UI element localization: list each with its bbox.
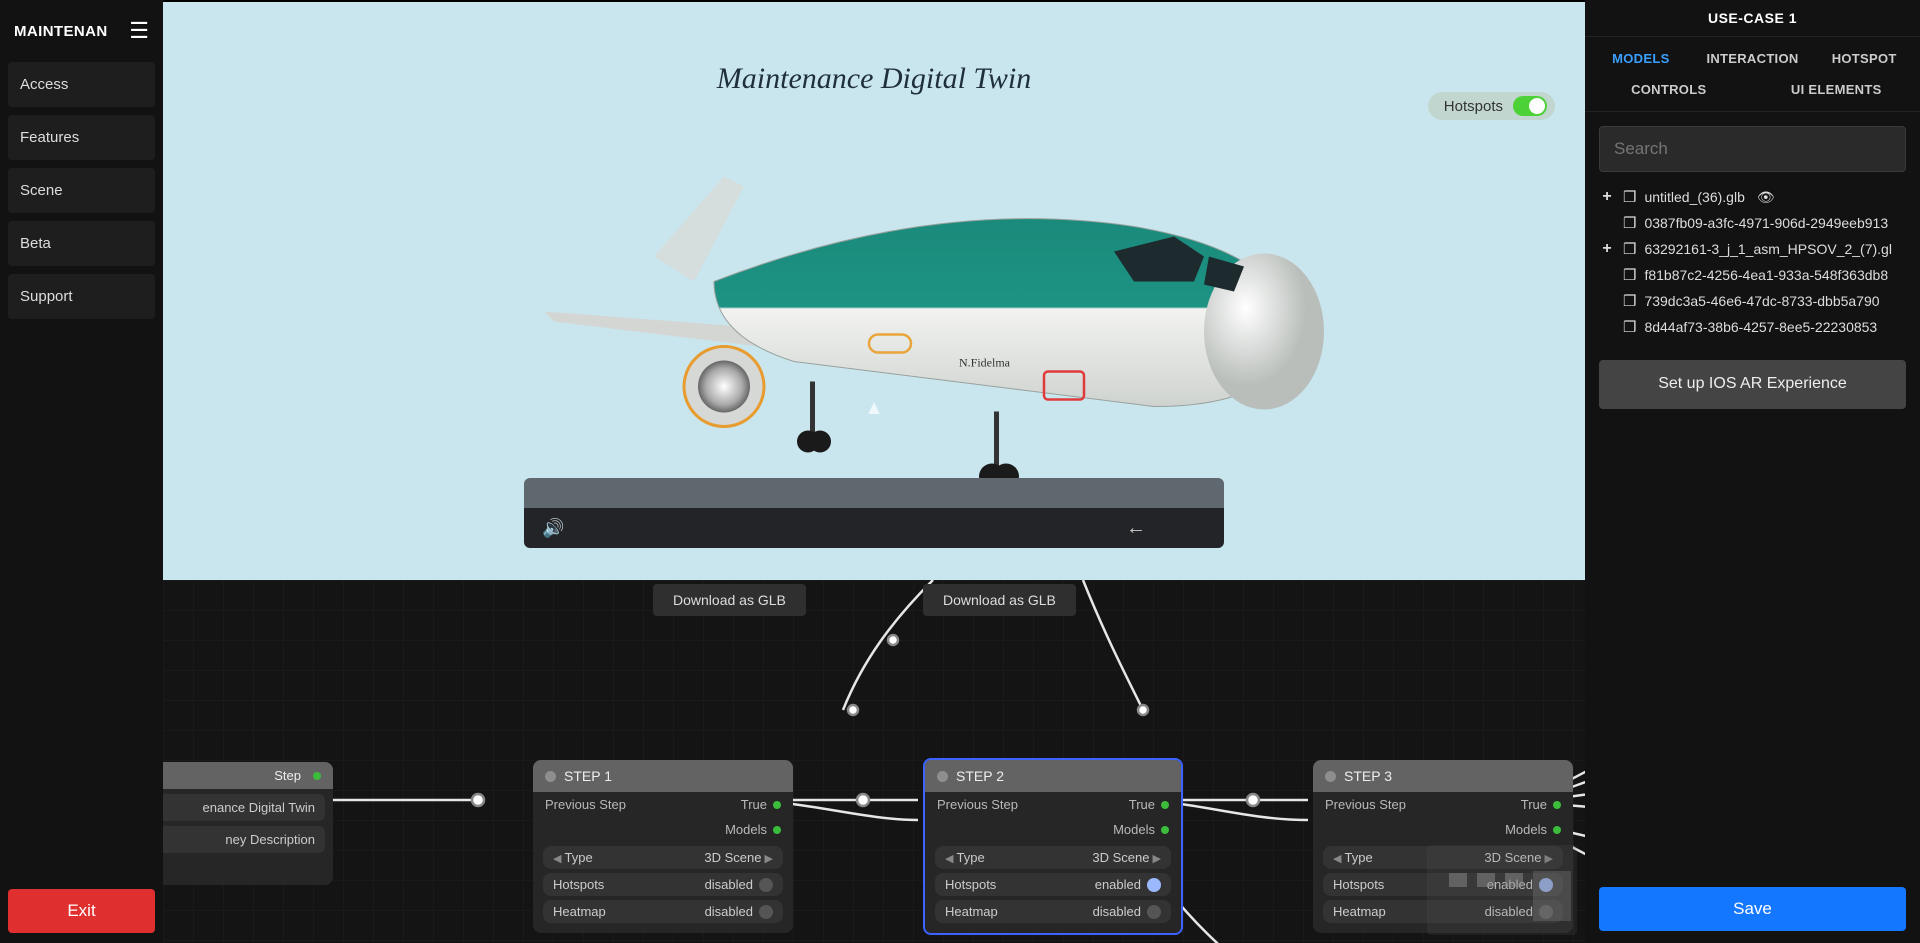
save-button[interactable]: Save xyxy=(1599,887,1906,931)
sidebar-title: MAINTENAN xyxy=(14,23,108,40)
intro-overview-field: view Overview xyxy=(163,858,333,885)
step1-hotspots[interactable]: Hotspotsdisabled xyxy=(543,873,783,896)
tabs: MODELS INTERACTION HOTSPOT CONTROLS UI E… xyxy=(1585,36,1920,112)
download-glb-button-1[interactable]: Download as GLB xyxy=(653,584,806,616)
cube-icon: ❒ xyxy=(1623,240,1636,258)
step2-type[interactable]: ◀ Type3D Scene ▶ xyxy=(935,846,1171,869)
model-item[interactable]: ❒0387fb09-a3fc-4971-906d-2949eeb913 xyxy=(1595,212,1910,234)
cube-icon: ❒ xyxy=(1623,266,1636,284)
cube-icon: ❒ xyxy=(1623,318,1636,336)
tab-hotspot[interactable]: HOTSPOT xyxy=(1808,43,1920,74)
intro-desc-field[interactable]: ney Description xyxy=(163,826,325,853)
node-graph[interactable]: Download as GLB Download as GLB Step ena… xyxy=(163,580,1585,943)
cube-icon: ❒ xyxy=(1623,292,1636,310)
left-sidebar: MAINTENAN ☰ Access Features Scene Beta S… xyxy=(0,0,163,943)
cube-icon: ❒ xyxy=(1623,188,1636,206)
download-glb-button-2[interactable]: Download as GLB xyxy=(923,584,1076,616)
eye-icon[interactable]: 👁 xyxy=(1757,189,1775,206)
sidebar-item-support[interactable]: Support xyxy=(8,274,155,319)
sidebar-item-beta[interactable]: Beta xyxy=(8,221,155,266)
menu-icon[interactable]: ☰ xyxy=(129,18,149,44)
model-item[interactable]: +❒untitled_(36).glb👁 xyxy=(1595,186,1910,208)
search-input[interactable] xyxy=(1599,126,1906,172)
step2-hotspots[interactable]: Hotspotsenabled xyxy=(935,873,1171,896)
sidebar-item-features[interactable]: Features xyxy=(8,115,155,160)
expand-icon[interactable]: + xyxy=(1599,188,1615,206)
exit-button[interactable]: Exit xyxy=(8,889,155,933)
tab-ui-elements[interactable]: UI ELEMENTS xyxy=(1753,74,1920,105)
tab-controls[interactable]: CONTROLS xyxy=(1585,74,1753,105)
svg-text:N.Fidelma: N.Fidelma xyxy=(959,356,1011,370)
node-step-2[interactable]: STEP 2 Previous StepTrue Models ◀ Type3D… xyxy=(923,758,1183,935)
hotspot-toggle[interactable]: Hotspots xyxy=(1428,92,1555,120)
usecase-title: USE-CASE 1 xyxy=(1585,0,1920,36)
node-step-1[interactable]: STEP 1 Previous StepTrue Models ◀ Type3D… xyxy=(533,760,793,933)
media-bar: 🔊 ← xyxy=(524,478,1224,548)
tab-models[interactable]: MODELS xyxy=(1585,43,1697,74)
models-list: +❒untitled_(36).glb👁 ❒0387fb09-a3fc-4971… xyxy=(1585,182,1920,348)
model-item[interactable]: +❒63292161-3_j_1_asm_HPSOV_2_(7).gl xyxy=(1595,238,1910,260)
step1-type[interactable]: ◀ Type3D Scene ▶ xyxy=(543,846,783,869)
node-intro[interactable]: Step enance Digital Twin ney Description… xyxy=(163,762,333,885)
aircraft-model[interactable]: N.Fidelma xyxy=(414,107,1334,517)
right-panel: USE-CASE 1 MODELS INTERACTION HOTSPOT CO… xyxy=(1585,0,1920,943)
model-item[interactable]: ❒739dc3a5-46e6-47dc-8733-dbb5a790 xyxy=(1595,290,1910,312)
step1-heatmap[interactable]: Heatmapdisabled xyxy=(543,900,783,923)
cube-icon: ❒ xyxy=(1623,214,1636,232)
hotspot-toggle-label: Hotspots xyxy=(1444,98,1503,115)
tab-interaction[interactable]: INTERACTION xyxy=(1697,43,1809,74)
step2-heatmap[interactable]: Heatmapdisabled xyxy=(935,900,1171,923)
model-item[interactable]: ❒f81b87c2-4256-4ea1-933a-548f363db8 xyxy=(1595,264,1910,286)
back-arrow-icon[interactable]: ← xyxy=(1126,517,1146,540)
chevron-up-icon[interactable]: ▲ xyxy=(864,397,884,420)
ios-ar-button[interactable]: Set up IOS AR Experience xyxy=(1599,360,1906,409)
graph-minimap[interactable] xyxy=(1427,845,1577,935)
sidebar-item-access[interactable]: Access xyxy=(8,62,155,107)
viewport-3d[interactable]: Maintenance Digital Twin xyxy=(163,2,1585,580)
expand-icon[interactable]: + xyxy=(1599,240,1615,258)
viewport-title: Maintenance Digital Twin xyxy=(717,62,1031,96)
model-item[interactable]: ❒8d44af73-38b6-4257-8ee5-22230853 xyxy=(1595,316,1910,338)
sidebar-item-scene[interactable]: Scene xyxy=(8,168,155,213)
intro-title-field[interactable]: enance Digital Twin xyxy=(163,794,325,821)
sound-icon[interactable]: 🔊 xyxy=(542,518,564,539)
media-progress[interactable] xyxy=(524,478,1224,508)
toggle-switch[interactable] xyxy=(1513,96,1547,116)
